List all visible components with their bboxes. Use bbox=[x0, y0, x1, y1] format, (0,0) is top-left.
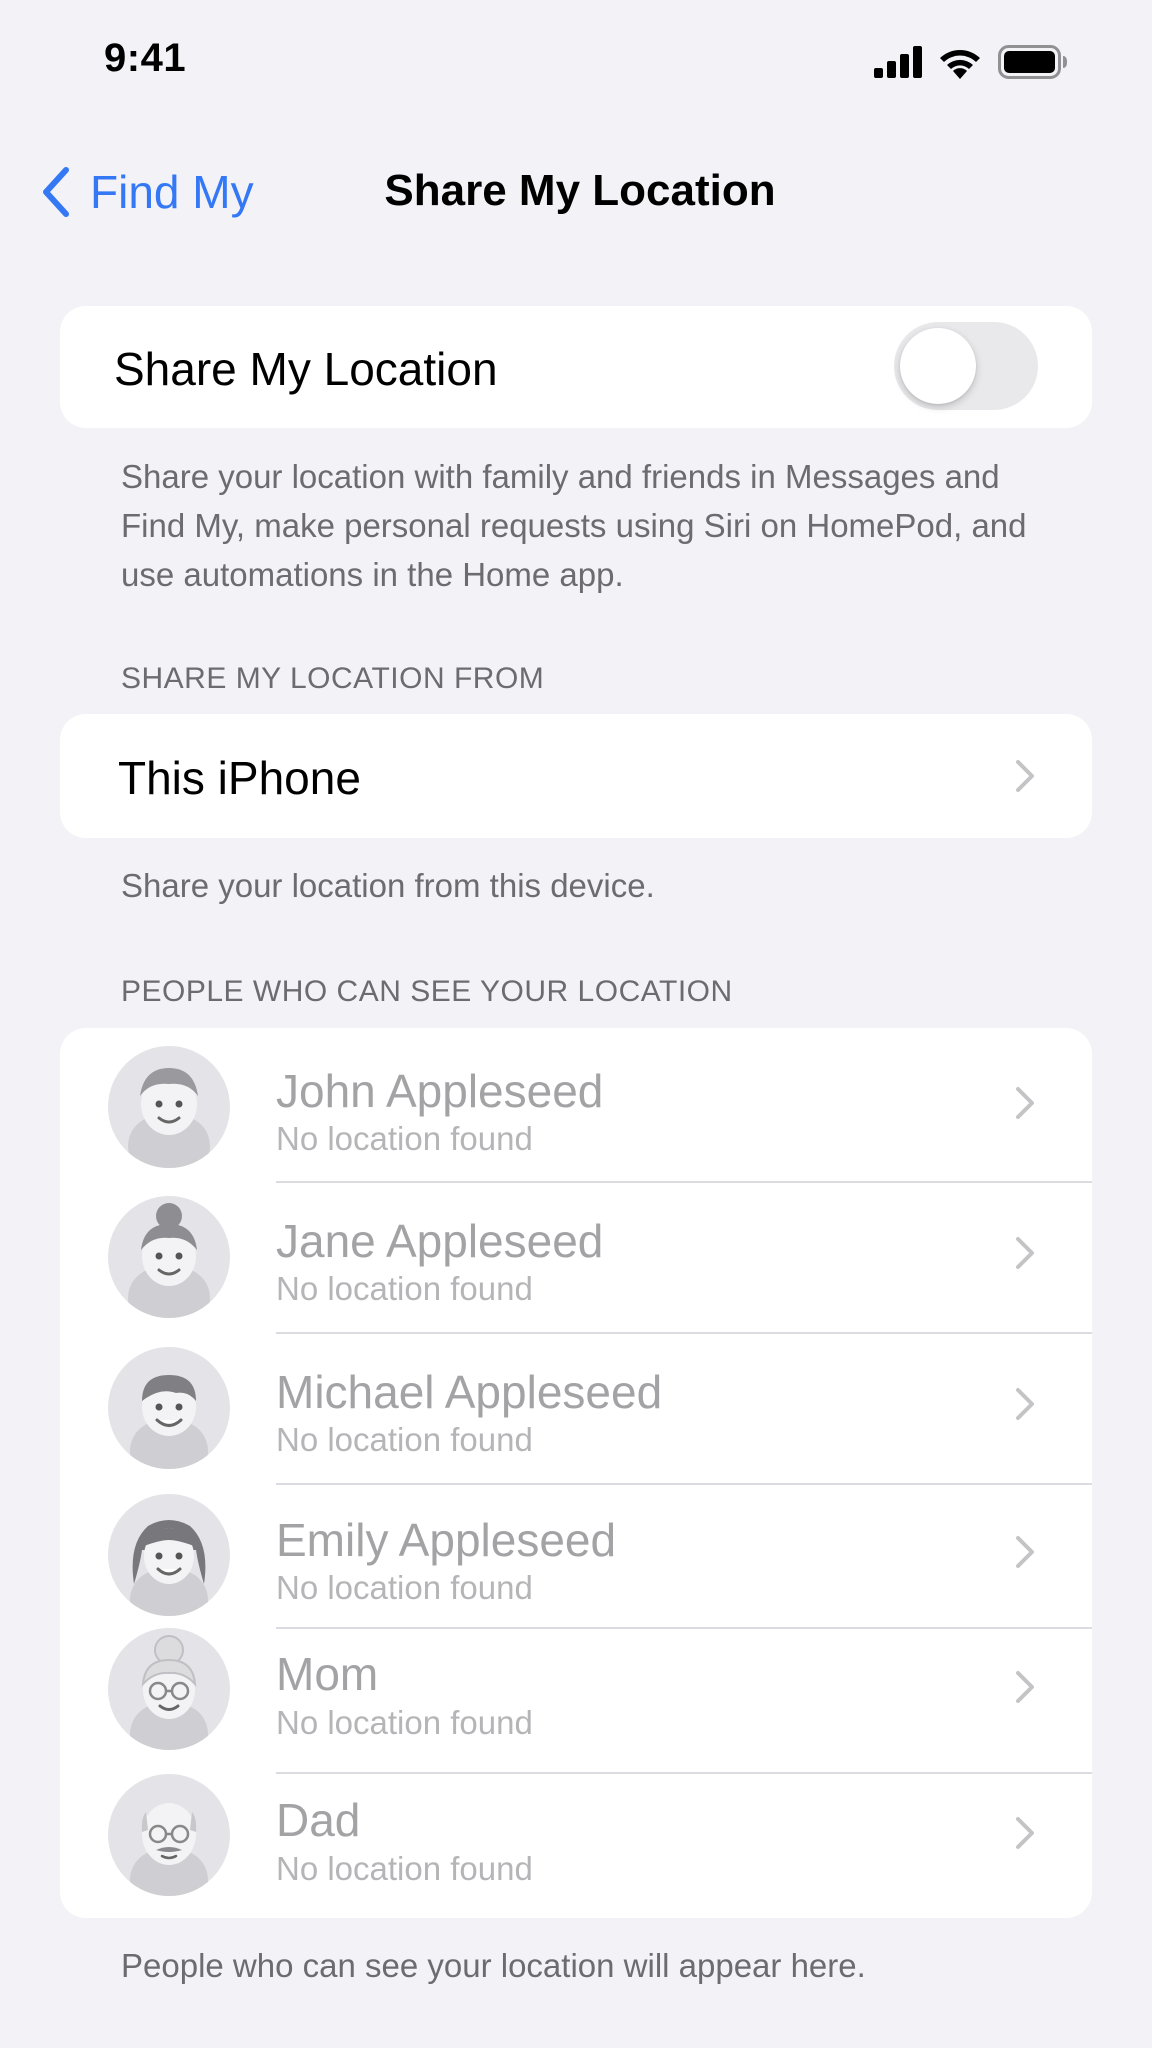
person-status: No location found bbox=[276, 1270, 533, 1307]
chevron-right-icon bbox=[1016, 1087, 1034, 1119]
status-bar: 9:41 bbox=[0, 0, 1152, 120]
person-name: John Appleseed bbox=[276, 1065, 604, 1117]
cellular-signal-icon bbox=[874, 46, 922, 78]
status-time: 9:41 bbox=[104, 36, 187, 80]
person-status: No location found bbox=[276, 1120, 533, 1157]
share-location-card: Share My Location bbox=[60, 306, 1092, 428]
status-icons bbox=[874, 42, 1068, 82]
person-name: Mom bbox=[276, 1648, 379, 1700]
person-name: Jane Appleseed bbox=[276, 1215, 604, 1267]
memoji-woman-bun-icon bbox=[108, 1196, 230, 1318]
share-location-toggle[interactable] bbox=[894, 322, 1038, 410]
chevron-right-icon bbox=[1016, 1817, 1034, 1849]
memoji-girl-icon bbox=[108, 1494, 230, 1616]
people-list: John Appleseed No location found Jane Ap… bbox=[60, 1028, 1092, 1918]
chevron-right-icon bbox=[1016, 760, 1034, 792]
chevron-right-icon bbox=[1016, 1536, 1034, 1568]
memoji-man-icon bbox=[108, 1046, 230, 1168]
device-label: This iPhone bbox=[118, 752, 361, 804]
person-status: No location found bbox=[276, 1569, 533, 1606]
person-row-michael[interactable]: Michael Appleseed No location found bbox=[60, 1332, 1092, 1485]
person-row-mom[interactable]: Mom No location found bbox=[60, 1627, 1092, 1774]
this-iphone-row[interactable]: This iPhone bbox=[60, 714, 1092, 838]
person-name: Dad bbox=[276, 1794, 361, 1846]
share-location-label: Share My Location bbox=[114, 343, 498, 395]
chevron-right-icon bbox=[1016, 1671, 1034, 1703]
person-row-dad[interactable]: Dad No location found bbox=[60, 1772, 1092, 1918]
share-location-description: Share your location with family and frie… bbox=[121, 458, 1027, 593]
page-title: Share My Location bbox=[384, 166, 776, 215]
person-row-jane[interactable]: Jane Appleseed No location found bbox=[60, 1181, 1092, 1334]
share-from-header: SHARE MY LOCATION FROM bbox=[121, 662, 545, 695]
person-row-john[interactable]: John Appleseed No location found bbox=[60, 1028, 1092, 1183]
battery-icon bbox=[998, 45, 1067, 79]
memoji-grandpa-icon bbox=[108, 1774, 230, 1896]
person-status: No location found bbox=[276, 1421, 533, 1458]
person-status: No location found bbox=[276, 1704, 533, 1741]
wifi-icon bbox=[940, 50, 980, 79]
share-from-footer: Share your location from this device. bbox=[121, 867, 655, 904]
person-name: Emily Appleseed bbox=[276, 1514, 617, 1566]
toggle-knob bbox=[900, 328, 976, 404]
people-header: PEOPLE WHO CAN SEE YOUR LOCATION bbox=[121, 975, 733, 1008]
memoji-boy-icon bbox=[108, 1347, 230, 1469]
person-row-emily[interactable]: Emily Appleseed No location found bbox=[60, 1483, 1092, 1629]
person-status: No location found bbox=[276, 1850, 533, 1887]
chevron-right-icon bbox=[1016, 1237, 1034, 1269]
people-footer: People who can see your location will ap… bbox=[121, 1947, 866, 1984]
person-name: Michael Appleseed bbox=[276, 1366, 663, 1418]
chevron-right-icon bbox=[1016, 1388, 1034, 1420]
share-my-location-screen: 9:41 Find My Share My Location Share My … bbox=[0, 0, 1152, 2048]
memoji-grandma-icon bbox=[108, 1628, 230, 1750]
